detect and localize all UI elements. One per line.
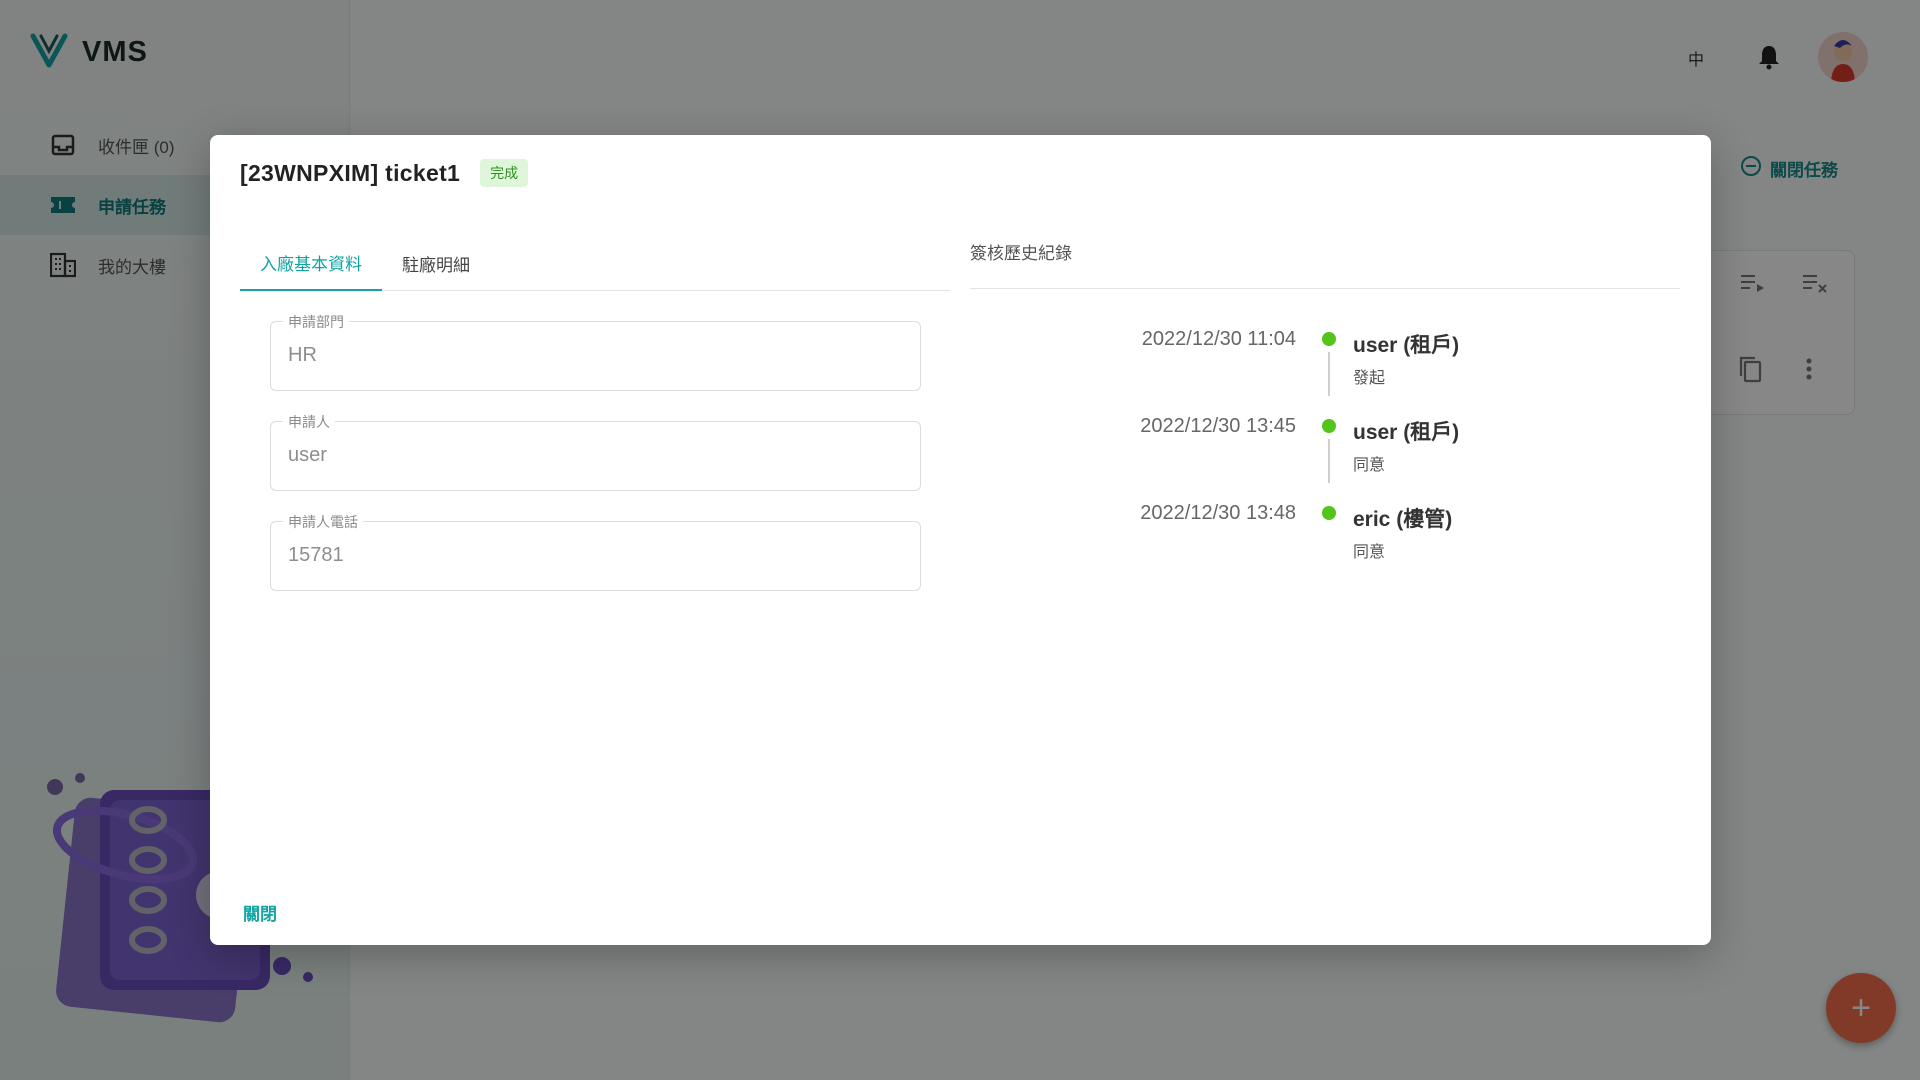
status-dot bbox=[1322, 506, 1336, 520]
status-dot bbox=[1322, 419, 1336, 433]
applicant-phone-field[interactable]: 申請人電話 15781 bbox=[270, 512, 921, 591]
field-value: user bbox=[288, 444, 327, 466]
field-value: HR bbox=[288, 344, 317, 366]
status-dot bbox=[1322, 332, 1336, 346]
timeline-user: user (租戶) bbox=[1353, 421, 1460, 444]
field-label: 申請人 bbox=[283, 412, 335, 432]
divider bbox=[970, 288, 1680, 289]
timeline-time: 2022/12/30 13:45 bbox=[1140, 415, 1296, 437]
timeline-time: 2022/12/30 13:48 bbox=[1140, 502, 1296, 524]
timeline-action: 同意 bbox=[1353, 457, 1386, 474]
field-value: 15781 bbox=[288, 544, 344, 566]
history-title: 簽核歷史紀錄 bbox=[970, 244, 1072, 263]
timeline-entry: 2022/12/30 11:04 user (租戶) 發起 bbox=[970, 328, 1680, 396]
timeline-entry: 2022/12/30 13:45 user (租戶) 同意 bbox=[970, 415, 1680, 483]
timeline-user: user (租戶) bbox=[1353, 334, 1460, 357]
timeline-user: eric (樓管) bbox=[1353, 508, 1453, 531]
timeline-connector bbox=[1328, 439, 1330, 483]
status-badge: 完成 bbox=[480, 159, 529, 187]
department-field[interactable]: 申請部門 HR bbox=[270, 312, 921, 391]
dialog-title: [23WNPXIM] ticket1 bbox=[240, 159, 461, 186]
field-label: 申請人電話 bbox=[283, 512, 363, 532]
field-label: 申請部門 bbox=[283, 312, 349, 332]
ticket-dialog: [23WNPXIM] ticket1 完成 入廠基本資料 駐廠明細 申請部門 H… bbox=[210, 135, 1711, 945]
close-button[interactable]: 關閉 bbox=[243, 900, 277, 925]
timeline-action: 同意 bbox=[1353, 544, 1386, 561]
timeline-time: 2022/12/30 11:04 bbox=[1141, 328, 1296, 350]
tab-basic-info[interactable]: 入廠基本資料 bbox=[240, 235, 382, 291]
dialog-tabs: 入廠基本資料 駐廠明細 bbox=[240, 235, 950, 291]
applicant-field[interactable]: 申請人 user bbox=[270, 412, 921, 491]
dialog-header: [23WNPXIM] ticket1 完成 bbox=[240, 159, 529, 187]
timeline-entry: 2022/12/30 13:48 eric (樓管) 同意 bbox=[970, 502, 1680, 562]
timeline-connector bbox=[1328, 352, 1330, 396]
timeline-action: 發起 bbox=[1353, 370, 1386, 387]
tab-stay-details[interactable]: 駐廠明細 bbox=[382, 235, 490, 291]
